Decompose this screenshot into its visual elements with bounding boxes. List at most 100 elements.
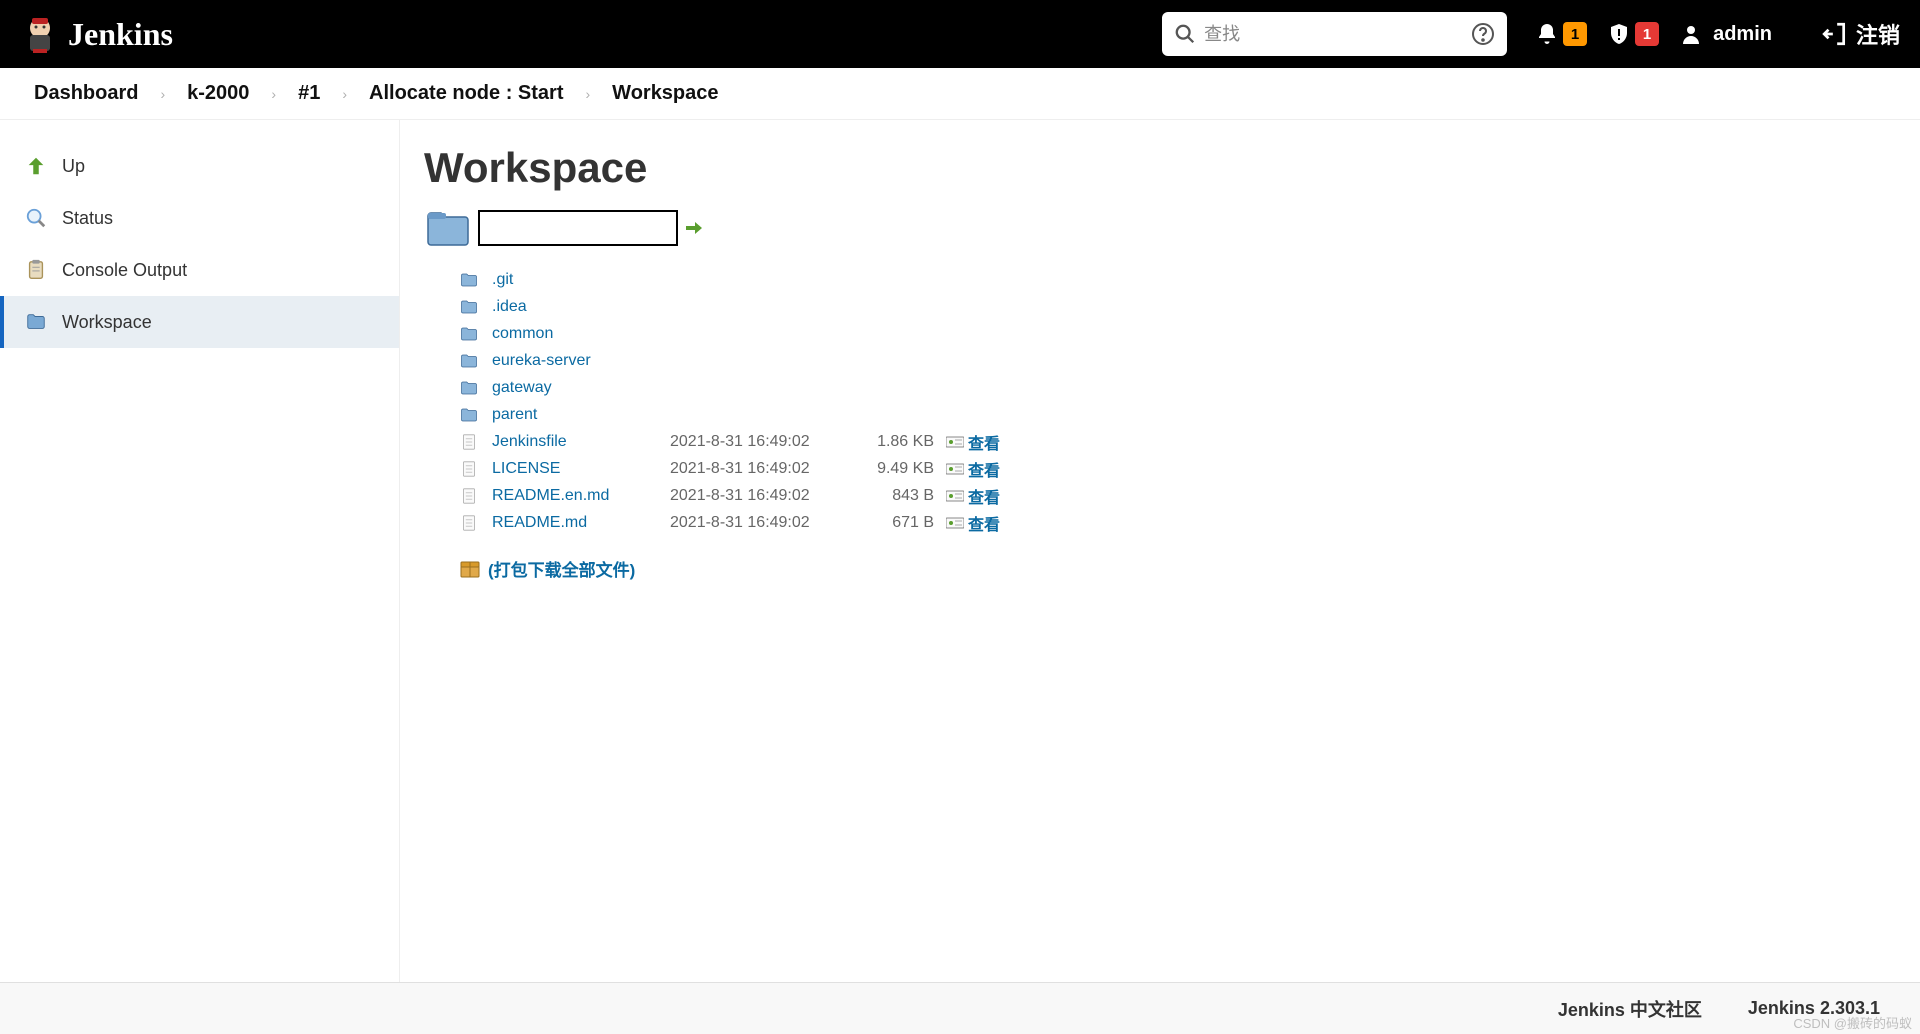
jenkins-logo-icon bbox=[20, 13, 60, 55]
alerts-button[interactable]: 1 bbox=[1607, 22, 1659, 46]
sidebar-item-workspace[interactable]: Workspace bbox=[0, 296, 399, 348]
folder-icon bbox=[460, 407, 478, 423]
file-date: 2021-8-31 16:49:02 bbox=[670, 487, 840, 505]
username: admin bbox=[1713, 23, 1772, 46]
file-name-link[interactable]: LICENSE bbox=[492, 460, 662, 478]
file-date: 2021-8-31 16:49:02 bbox=[670, 460, 840, 478]
card-icon bbox=[946, 435, 964, 449]
crumb-job[interactable]: k-2000 bbox=[187, 82, 249, 105]
file-size: 671 B bbox=[848, 514, 938, 532]
arrow-up-icon bbox=[24, 154, 48, 178]
file-name-link[interactable]: gateway bbox=[492, 379, 662, 397]
sidebar-item-console[interactable]: Console Output bbox=[0, 244, 399, 296]
chevron-right-icon: › bbox=[342, 86, 347, 102]
download-all-link[interactable]: (打包下载全部文件) bbox=[460, 556, 1896, 581]
person-icon bbox=[1679, 22, 1703, 46]
chevron-right-icon: › bbox=[160, 86, 165, 102]
file-listing: .git .idea common eureka-server gateway paren… bbox=[460, 266, 1896, 536]
notifications-count: 1 bbox=[1563, 22, 1587, 46]
user-menu[interactable]: admin bbox=[1679, 22, 1772, 46]
file-name-link[interactable]: Jenkinsfile bbox=[492, 433, 662, 451]
file-name-link[interactable]: .git bbox=[492, 271, 662, 289]
chevron-right-icon: › bbox=[586, 86, 591, 102]
file-name-link[interactable]: .idea bbox=[492, 298, 662, 316]
folder-icon bbox=[460, 272, 478, 288]
logout-label: 注销 bbox=[1856, 18, 1900, 50]
sidebar-item-label: Workspace bbox=[62, 312, 152, 333]
card-icon bbox=[946, 489, 964, 503]
file-name-link[interactable]: eureka-server bbox=[492, 352, 662, 370]
brand-text: Jenkins bbox=[68, 16, 173, 53]
file-name-link[interactable]: parent bbox=[492, 406, 662, 424]
file-icon bbox=[460, 515, 478, 531]
file-icon bbox=[460, 434, 478, 450]
file-icon bbox=[460, 488, 478, 504]
file-row: README.md 2021-8-31 16:49:02 671 B 查看 bbox=[460, 509, 1896, 536]
file-date: 2021-8-31 16:49:02 bbox=[670, 514, 840, 532]
sidebar-item-up[interactable]: Up bbox=[0, 140, 399, 192]
footer: Jenkins 中文社区 Jenkins 2.303.1 CSDN @搬砖的码蚁 bbox=[0, 982, 1920, 1034]
bell-icon bbox=[1535, 22, 1559, 46]
page-title: Workspace bbox=[424, 144, 1896, 192]
file-row: Jenkinsfile 2021-8-31 16:49:02 1.86 KB 查看 bbox=[460, 428, 1896, 455]
file-size: 9.49 KB bbox=[848, 460, 938, 478]
file-row: README.en.md 2021-8-31 16:49:02 843 B 查看 bbox=[460, 482, 1896, 509]
breadcrumb: Dashboard › k-2000 › #1 › Allocate node … bbox=[0, 68, 1920, 120]
sidebar-item-label: Up bbox=[62, 156, 85, 177]
search-input[interactable] bbox=[1204, 24, 1463, 45]
folder-icon bbox=[460, 353, 478, 369]
card-icon bbox=[946, 462, 964, 476]
crumb-node[interactable]: Allocate node : Start bbox=[369, 82, 563, 105]
file-view-link[interactable]: 查看 bbox=[946, 484, 1896, 508]
watermark: CSDN @搬砖的码蚁 bbox=[1793, 1013, 1912, 1032]
go-arrow-icon[interactable] bbox=[684, 218, 704, 238]
logout-icon bbox=[1822, 21, 1848, 47]
file-name-link[interactable]: README.md bbox=[492, 514, 662, 532]
file-view-link[interactable]: 查看 bbox=[946, 511, 1896, 535]
chevron-right-icon: › bbox=[271, 86, 276, 102]
body: Up Status Console Output Workspace Works… bbox=[0, 120, 1920, 982]
logo[interactable]: Jenkins bbox=[20, 13, 173, 55]
top-header: Jenkins 1 1 admin bbox=[0, 0, 1920, 68]
search-icon bbox=[1174, 23, 1196, 45]
folder-open-icon bbox=[424, 206, 472, 250]
download-all-label: (打包下载全部文件) bbox=[488, 556, 635, 581]
shield-icon bbox=[1607, 22, 1631, 46]
crumb-dashboard[interactable]: Dashboard bbox=[34, 82, 138, 105]
search-box[interactable] bbox=[1162, 12, 1507, 56]
sidebar-item-status[interactable]: Status bbox=[0, 192, 399, 244]
workspace-path-row bbox=[424, 206, 1896, 250]
file-date: 2021-8-31 16:49:02 bbox=[670, 433, 840, 451]
alerts-count: 1 bbox=[1635, 22, 1659, 46]
file-size: 1.86 KB bbox=[848, 433, 938, 451]
card-icon bbox=[946, 516, 964, 530]
folder-row: common bbox=[460, 320, 1896, 347]
folder-icon bbox=[24, 310, 48, 334]
folder-row: eureka-server bbox=[460, 347, 1896, 374]
folder-icon bbox=[460, 326, 478, 342]
folder-icon bbox=[460, 299, 478, 315]
file-view-link[interactable]: 查看 bbox=[946, 457, 1896, 481]
file-view-link[interactable]: 查看 bbox=[946, 430, 1896, 454]
clipboard-icon bbox=[24, 258, 48, 282]
logout-button[interactable]: 注销 bbox=[1822, 18, 1900, 50]
header-actions: 1 1 admin 注销 bbox=[1535, 18, 1900, 50]
main-content: Workspace .git .idea common eureka-server ga… bbox=[400, 120, 1920, 982]
file-row: LICENSE 2021-8-31 16:49:02 9.49 KB 查看 bbox=[460, 455, 1896, 482]
crumb-build[interactable]: #1 bbox=[298, 82, 320, 105]
file-size: 843 B bbox=[848, 487, 938, 505]
folder-row: gateway bbox=[460, 374, 1896, 401]
crumb-workspace[interactable]: Workspace bbox=[612, 82, 718, 105]
sidebar: Up Status Console Output Workspace bbox=[0, 120, 400, 982]
workspace-path-input[interactable] bbox=[478, 210, 678, 246]
file-name-link[interactable]: README.en.md bbox=[492, 487, 662, 505]
notifications-button[interactable]: 1 bbox=[1535, 22, 1587, 46]
magnifier-icon bbox=[24, 206, 48, 230]
footer-community-link[interactable]: Jenkins 中文社区 bbox=[1558, 996, 1702, 1022]
sidebar-item-label: Console Output bbox=[62, 260, 187, 281]
folder-row: parent bbox=[460, 401, 1896, 428]
sidebar-item-label: Status bbox=[62, 208, 113, 229]
folder-row: .idea bbox=[460, 293, 1896, 320]
help-icon[interactable] bbox=[1471, 22, 1495, 46]
file-name-link[interactable]: common bbox=[492, 325, 662, 343]
